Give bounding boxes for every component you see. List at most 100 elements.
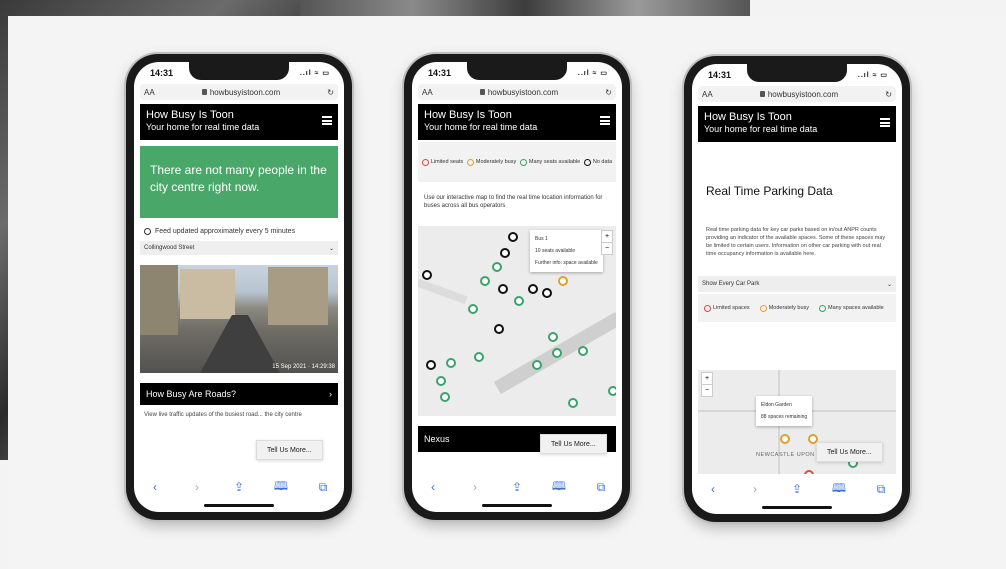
url-display[interactable]: howbusyistoon.com — [201, 88, 280, 97]
tabs-icon[interactable]: ⧉ — [313, 480, 333, 495]
legend-label: No data — [592, 159, 613, 165]
reload-icon[interactable]: ↻ — [327, 88, 334, 97]
url-bar[interactable]: AA howbusyistoon.com ↻ — [418, 84, 616, 100]
share-icon[interactable]: ⇪ — [507, 480, 527, 494]
bus-marker[interactable] — [494, 324, 504, 334]
building — [180, 269, 235, 319]
site-header: How Busy Is Toon Your home for real time… — [418, 104, 616, 140]
signal-wifi-battery-icon: ..ıl ≈ ▭ — [299, 70, 330, 77]
share-icon[interactable]: ⇪ — [229, 480, 249, 494]
bus-marker[interactable] — [508, 232, 518, 242]
car-park-marker[interactable] — [804, 470, 814, 474]
map-place-label: NEWCASTLE UPON — [756, 452, 815, 458]
bus-marker[interactable] — [468, 304, 478, 314]
chevron-left-icon[interactable]: ‹ — [703, 482, 723, 496]
home-indicator — [482, 504, 552, 507]
browser-toolbar: ‹ › ⇪ 🕮 ⧉ — [134, 476, 344, 498]
hamburger-icon[interactable] — [322, 116, 332, 125]
chevron-left-icon[interactable]: ‹ — [145, 480, 165, 494]
black-ring-icon — [583, 158, 591, 166]
amber-ring-icon — [759, 304, 767, 312]
url-bar[interactable]: AA howbusyistoon.com ↻ — [698, 86, 896, 102]
phone-2-content: Limited seats Moderately busy Many seats… — [418, 140, 616, 472]
popup-line: 10 seats available — [535, 248, 576, 254]
camera-select-value: Collingwood Street — [144, 245, 195, 251]
chevron-right-icon[interactable]: › — [187, 480, 207, 494]
popup-line: Eldon Garden — [761, 402, 792, 408]
phone-3: 14:31 ..ıl ≈ ▭ AA howbusyistoon.com ↻ Ho… — [684, 56, 910, 522]
bus-marker[interactable] — [548, 332, 558, 342]
bus-marker[interactable] — [608, 386, 616, 396]
bus-marker[interactable] — [446, 358, 456, 368]
bus-marker[interactable] — [532, 360, 542, 370]
bus-marker[interactable] — [436, 376, 446, 386]
zoom-out-button[interactable]: − — [701, 384, 713, 397]
bus-marker[interactable] — [542, 288, 552, 298]
tell-us-more-button[interactable]: Tell Us More... — [540, 434, 607, 454]
car-park-marker[interactable] — [780, 434, 790, 444]
hamburger-icon[interactable] — [600, 116, 610, 125]
book-icon[interactable]: 🕮 — [271, 477, 291, 498]
legend-label: Limited spaces — [713, 305, 750, 311]
book-icon[interactable]: 🕮 — [829, 479, 849, 500]
reload-icon[interactable]: ↻ — [605, 88, 612, 97]
bus-map[interactable]: Bus 1 10 seats available Further info: s… — [418, 226, 616, 416]
status-time: 14:31 — [150, 68, 174, 78]
road — [418, 275, 468, 305]
car-park-select[interactable]: Show Every Car Park ⌄ — [698, 276, 896, 292]
share-icon[interactable]: ⇪ — [787, 482, 807, 496]
bus-marker[interactable] — [422, 270, 432, 280]
chevron-left-icon[interactable]: ‹ — [423, 480, 443, 494]
chevron-right-icon[interactable]: › — [745, 482, 765, 496]
reload-icon[interactable]: ↻ — [885, 90, 892, 99]
bus-marker[interactable] — [474, 352, 484, 362]
zoom-out-button[interactable]: − — [601, 242, 613, 255]
bus-marker[interactable] — [514, 296, 524, 306]
site-title[interactable]: How Busy Is Toon — [146, 109, 332, 122]
roads-section-header[interactable]: How Busy Are Roads? › — [140, 383, 338, 405]
notch — [467, 62, 567, 80]
map-info-text: Use our interactive map to find the real… — [424, 195, 603, 209]
chevron-right-icon: › — [329, 389, 332, 399]
url-display[interactable]: howbusyistoon.com — [759, 90, 838, 99]
camera-select[interactable]: Collingwood Street ⌄ — [140, 241, 338, 255]
bus-marker[interactable] — [528, 284, 538, 294]
text-size-button[interactable]: AA — [422, 88, 433, 97]
lock-icon — [759, 91, 765, 97]
tell-us-more-button[interactable]: Tell Us More... — [256, 440, 323, 460]
browser-toolbar: ‹ › ⇪ 🕮 ⧉ — [412, 476, 622, 498]
url-display[interactable]: howbusyistoon.com — [479, 88, 558, 97]
bus-marker[interactable] — [498, 284, 508, 294]
chevron-right-icon[interactable]: › — [465, 480, 485, 494]
site-title[interactable]: How Busy Is Toon — [424, 109, 610, 122]
bus-marker[interactable] — [440, 392, 450, 402]
bus-marker[interactable] — [426, 360, 436, 370]
site-title[interactable]: How Busy Is Toon — [704, 111, 890, 124]
book-icon[interactable]: 🕮 — [549, 477, 569, 498]
building — [140, 265, 178, 335]
bus-marker[interactable] — [578, 346, 588, 356]
legend-label: Moderately busy — [768, 305, 810, 311]
legend-label: Many seats available — [528, 159, 581, 165]
parking-legend: Limited spaces Moderately busy Many spac… — [698, 294, 896, 322]
parking-description: Real time parking data for key car parks… — [706, 227, 886, 257]
legend-item: No data — [583, 158, 613, 166]
url-bar[interactable]: AA howbusyistoon.com ↻ — [140, 84, 338, 100]
bus-marker[interactable] — [480, 276, 490, 286]
tabs-icon[interactable]: ⧉ — [871, 482, 891, 497]
hamburger-icon[interactable] — [880, 118, 890, 127]
text-size-button[interactable]: AA — [702, 90, 713, 99]
red-ring-icon — [421, 158, 429, 166]
bus-marker[interactable] — [500, 248, 510, 258]
bus-legend: Limited seats Moderately busy Many seats… — [418, 142, 616, 182]
site-header: How Busy Is Toon Your home for real time… — [698, 106, 896, 142]
bus-marker[interactable] — [492, 262, 502, 272]
bus-marker[interactable] — [552, 348, 562, 358]
tabs-icon[interactable]: ⧉ — [591, 480, 611, 495]
bus-marker[interactable] — [558, 276, 568, 286]
camera-timestamp: 15 Sep 2021 · 14:29:38 — [272, 364, 335, 370]
text-size-button[interactable]: AA — [144, 88, 155, 97]
clock-icon — [144, 228, 151, 235]
tell-us-more-button[interactable]: Tell Us More... — [816, 442, 883, 462]
bus-marker[interactable] — [568, 398, 578, 408]
